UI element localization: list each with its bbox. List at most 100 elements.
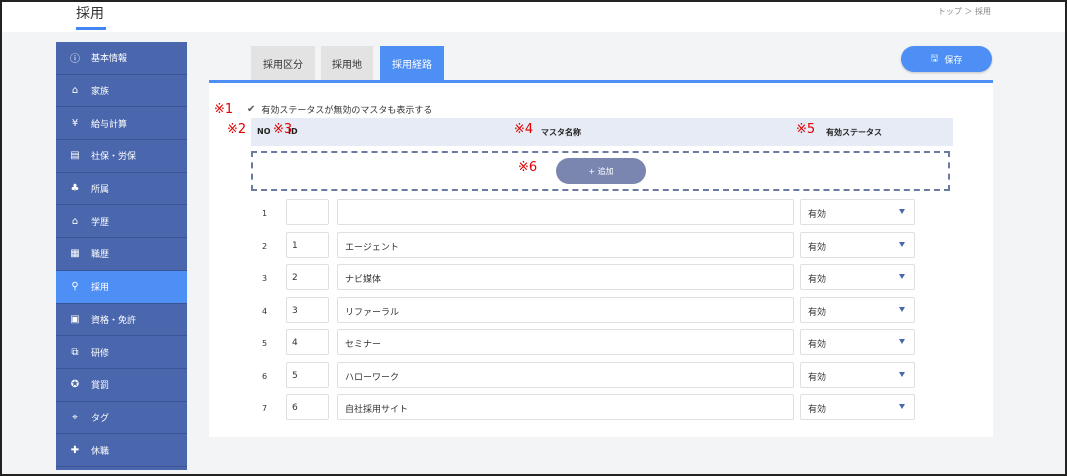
- status-value: 有効: [808, 340, 827, 350]
- tab-recruit-location[interactable]: 採用地: [321, 46, 373, 80]
- name-input[interactable]: リファーラル: [337, 296, 794, 323]
- id-input[interactable]: 4: [286, 329, 329, 355]
- tab-label: 採用区分: [263, 59, 303, 71]
- id-input[interactable]: 5: [286, 361, 329, 388]
- add-button[interactable]: + 追加: [556, 158, 646, 184]
- show-inactive-filter[interactable]: ✔ 有効ステータスが無効のマスタも表示する: [247, 103, 432, 116]
- checkbox-check-icon[interactable]: ✔: [247, 104, 255, 115]
- sidebar-item[interactable]: ¥ 給与計算: [56, 107, 187, 141]
- sidebar-item-label: 休職: [91, 446, 110, 457]
- sidebar-item[interactable]: ▦ 職歴: [56, 238, 187, 271]
- name-input[interactable]: ハローワーク: [337, 361, 794, 388]
- annotation-mark-3: ※3: [273, 122, 293, 137]
- sidebar-item[interactable]: ⓘ 基本情報: [56, 42, 187, 75]
- name-input[interactable]: ナビ媒体: [337, 264, 794, 290]
- show-inactive-label: 有効ステータスが無効のマスタも表示する: [261, 106, 433, 116]
- table-header: NO ID マスタ名称 有効ステータス: [251, 118, 953, 146]
- sidebar-item-label: 家族: [91, 87, 110, 98]
- sidebar-item[interactable]: ✚ 休職: [56, 434, 187, 467]
- status-value: 有効: [808, 242, 827, 253]
- sidebar-item-label: 賞罰: [91, 381, 110, 392]
- sidebar-item[interactable]: ⧉ 研修: [56, 336, 187, 369]
- caret-down-icon: [899, 404, 905, 409]
- status-value: 有効: [808, 405, 827, 415]
- name-input[interactable]: 自社採用サイト: [337, 394, 794, 420]
- table-row: 1 有効: [251, 199, 931, 232]
- status-value: 有効: [808, 210, 827, 220]
- save-label: 保存: [944, 55, 963, 66]
- sidebar: ⓘ 基本情報 ⌂ 家族 ¥ 給与計算 ▤ 社保・労保 ♣ 所属 ⌂ 学歴 ▦ 職歴 ⚲ 採用 ▣ 資格・免許 ⧉ 研修…: [56, 42, 187, 470]
- sidebar-item-label: 基本情報: [91, 54, 128, 65]
- id-input[interactable]: 6: [286, 394, 329, 420]
- sidebar-item-label: 採用: [91, 283, 110, 294]
- status-select[interactable]: 有効: [800, 394, 915, 420]
- sidebar-item[interactable]: ▣ 資格・免許: [56, 304, 187, 337]
- name-input[interactable]: セミナー: [337, 329, 794, 355]
- training-icon: ⧉: [71, 346, 79, 358]
- status-select[interactable]: 有効: [800, 329, 915, 355]
- sidebar-item[interactable]: ♣ 所属: [56, 173, 187, 206]
- sidebar-item[interactable]: ⚲ 採用: [56, 270, 187, 304]
- status-select[interactable]: 有効: [800, 264, 915, 290]
- annotation-mark-1: ※1: [214, 102, 234, 117]
- sidebar-item-label: 給与計算: [91, 119, 128, 130]
- status-value: 有効: [808, 307, 827, 318]
- save-button[interactable]: 🖫 保存: [901, 46, 992, 72]
- top-header: 採用 トップ ＞ 採用: [2, 2, 1065, 32]
- tab-recruit-category[interactable]: 採用区分: [251, 46, 315, 80]
- caret-down-icon: [899, 241, 905, 247]
- sidebar-item[interactable]: ✪ 賞罰: [56, 369, 187, 402]
- id-input[interactable]: 1: [286, 231, 329, 258]
- breadcrumb[interactable]: トップ ＞ 採用: [938, 6, 991, 17]
- tag-icon: ⌖: [72, 411, 78, 423]
- caret-down-icon: [899, 274, 905, 279]
- table-row: 2 1 エージェント 有効: [251, 231, 931, 265]
- annotation-mark-6: ※6: [518, 160, 538, 175]
- id-input[interactable]: 2: [286, 264, 329, 290]
- award-icon: ✪: [70, 379, 80, 391]
- caret-down-icon: [899, 339, 905, 344]
- sidebar-item-label: 資格・免許: [91, 315, 137, 326]
- salary-icon: ¥: [71, 117, 79, 129]
- status-select[interactable]: 有効: [800, 361, 915, 388]
- column-header-status: 有効ステータス: [826, 128, 882, 137]
- info-icon: ⓘ: [70, 54, 80, 66]
- sidebar-item-label: 社保・労保: [91, 152, 137, 163]
- status-select[interactable]: 有効: [800, 296, 915, 323]
- title-underline: [76, 27, 106, 30]
- annotation-mark-2: ※2: [227, 122, 247, 137]
- name-input[interactable]: [337, 199, 794, 225]
- sidebar-item[interactable]: ▤ 社保・労保: [56, 140, 187, 173]
- sidebar-item[interactable]: ⌂ 学歴: [56, 205, 187, 239]
- row-number: 1: [262, 209, 268, 218]
- column-header-no: NO: [257, 127, 271, 136]
- tab-label: 採用経路: [392, 59, 432, 71]
- tab-label: 採用地: [332, 59, 362, 71]
- status-value: 有効: [808, 275, 827, 285]
- tab-recruit-route[interactable]: 採用経路: [380, 46, 444, 80]
- table-row: 7 6 自社採用サイト 有効: [251, 394, 931, 427]
- column-header-name: マスタ名称: [541, 128, 581, 137]
- status-select[interactable]: 有効: [800, 231, 915, 258]
- family-icon: ⌂: [71, 85, 79, 97]
- status-select[interactable]: 有効: [800, 199, 915, 225]
- id-input[interactable]: [286, 199, 329, 225]
- app-window: 採用 トップ ＞ 採用 ⓘ 基本情報 ⌂ 家族 ¥ 給与計算 ▤ 社保・労保 ♣ 所属 ⌂ 学歴 ▦ 職歴…: [0, 0, 1067, 476]
- sidebar-item-label: 学歴: [91, 217, 110, 228]
- sidebar-item[interactable]: ⌂ 家族: [56, 75, 187, 108]
- table-row: 6 5 ハローワーク 有効: [251, 361, 931, 395]
- sidebar-item[interactable]: ⌖ タグ: [56, 402, 187, 435]
- caret-down-icon: [899, 306, 905, 312]
- recruit-search-icon: ⚲: [71, 281, 79, 293]
- page-title: 採用: [76, 6, 104, 22]
- id-input[interactable]: 3: [286, 296, 329, 323]
- license-icon: ▣: [70, 313, 80, 325]
- graduation-cap-icon: ⌂: [71, 215, 79, 227]
- job-history-icon: ▦: [70, 248, 80, 260]
- row-number: 6: [262, 371, 268, 381]
- row-number: 3: [262, 274, 268, 283]
- name-input[interactable]: エージェント: [337, 231, 794, 258]
- org-chart-icon: ♣: [70, 183, 80, 195]
- caret-down-icon: [899, 209, 905, 214]
- annotation-mark-5: ※5: [796, 122, 816, 137]
